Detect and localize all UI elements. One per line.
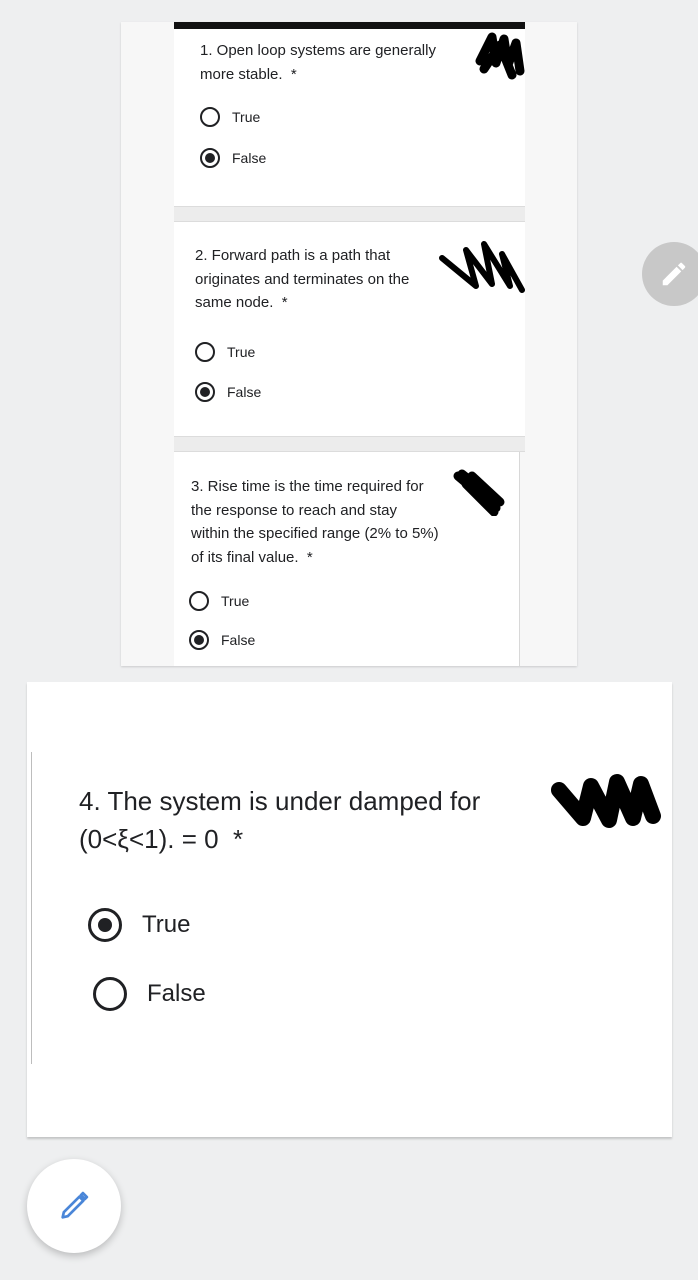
radio-button[interactable] [195, 342, 215, 362]
pencil-icon [662, 262, 686, 286]
option-label: False [147, 980, 206, 1007]
q4-option-false[interactable]: False [93, 977, 206, 1011]
q3-option-true[interactable]: True [189, 591, 249, 611]
q3-option-false[interactable]: False [189, 630, 255, 650]
top-bar [174, 22, 525, 29]
option-label: True [221, 593, 250, 609]
option-label: True [227, 344, 256, 360]
form-screenshot-top: 1. Open loop systems are generally more … [121, 22, 577, 666]
edit-fab-large[interactable] [27, 1159, 121, 1253]
question-3-text: 3. Rise time is the time required for th… [191, 475, 439, 569]
question-card-3: 3. Rise time is the time required for th… [174, 452, 520, 666]
question-card-1: 1. Open loop systems are generally more … [174, 29, 525, 206]
radio-button-selected[interactable] [200, 148, 220, 168]
required-asterisk: * [306, 548, 313, 566]
q1-option-true[interactable]: True [200, 107, 260, 127]
pencil-icon [61, 1191, 89, 1219]
question-3-line-4: of its final value. [191, 548, 299, 566]
question-1-text: 1. Open loop systems are generally more … [200, 39, 436, 86]
question-1-line-1: 1. Open loop systems are generally [200, 42, 436, 59]
q2-option-false[interactable]: False [195, 382, 261, 402]
edit-fab-small[interactable] [642, 242, 698, 306]
radio-button-selected[interactable] [195, 382, 215, 402]
question-3-line-2: the response to reach and stay [191, 501, 397, 519]
question-3-line-1: 3. Rise time is the time required for [191, 478, 424, 495]
radio-button[interactable] [189, 591, 209, 611]
question-2-text: 2. Forward path is a path that originate… [195, 244, 409, 315]
question-2-line-1: 2. Forward path is a path that [195, 247, 391, 264]
q1-option-false[interactable]: False [200, 148, 266, 168]
q2-option-true[interactable]: True [195, 342, 255, 362]
card-separator [174, 206, 525, 222]
question-2-line-2: originates and terminates on the [195, 270, 410, 288]
question-card-2: 2. Forward path is a path that originate… [174, 222, 525, 436]
option-label: True [232, 109, 261, 125]
radio-button[interactable] [93, 977, 127, 1011]
option-label: False [232, 150, 267, 166]
scribble-redaction [551, 774, 661, 828]
card-separator [174, 436, 525, 452]
question-2-line-3: same node. [195, 294, 274, 311]
radio-button[interactable] [200, 107, 220, 127]
required-asterisk: * [281, 294, 288, 311]
scribble-redaction [453, 469, 505, 516]
option-label: False [227, 384, 262, 400]
question-3-line-3: within the specified range (2% to 5%) [191, 525, 439, 542]
required-asterisk: * [233, 824, 244, 854]
option-label: True [142, 911, 191, 938]
question-1-line-2: more stable. [200, 65, 283, 83]
question-4-line-1: 4. The system is under damped for [79, 786, 481, 816]
question-4-line-2: (0<ξ<1). = 0 [79, 824, 219, 854]
q4-option-true[interactable]: True [88, 908, 190, 942]
radio-button-selected[interactable] [88, 908, 122, 942]
scribble-redaction [439, 241, 525, 293]
option-label: False [221, 632, 256, 648]
scribble-redaction [475, 32, 525, 80]
required-asterisk: * [290, 65, 297, 83]
radio-button-selected[interactable] [189, 630, 209, 650]
question-4-text: 4. The system is under damped for (0<ξ<1… [79, 782, 480, 858]
form-screenshot-bottom: 4. The system is under damped for (0<ξ<1… [27, 682, 672, 1137]
